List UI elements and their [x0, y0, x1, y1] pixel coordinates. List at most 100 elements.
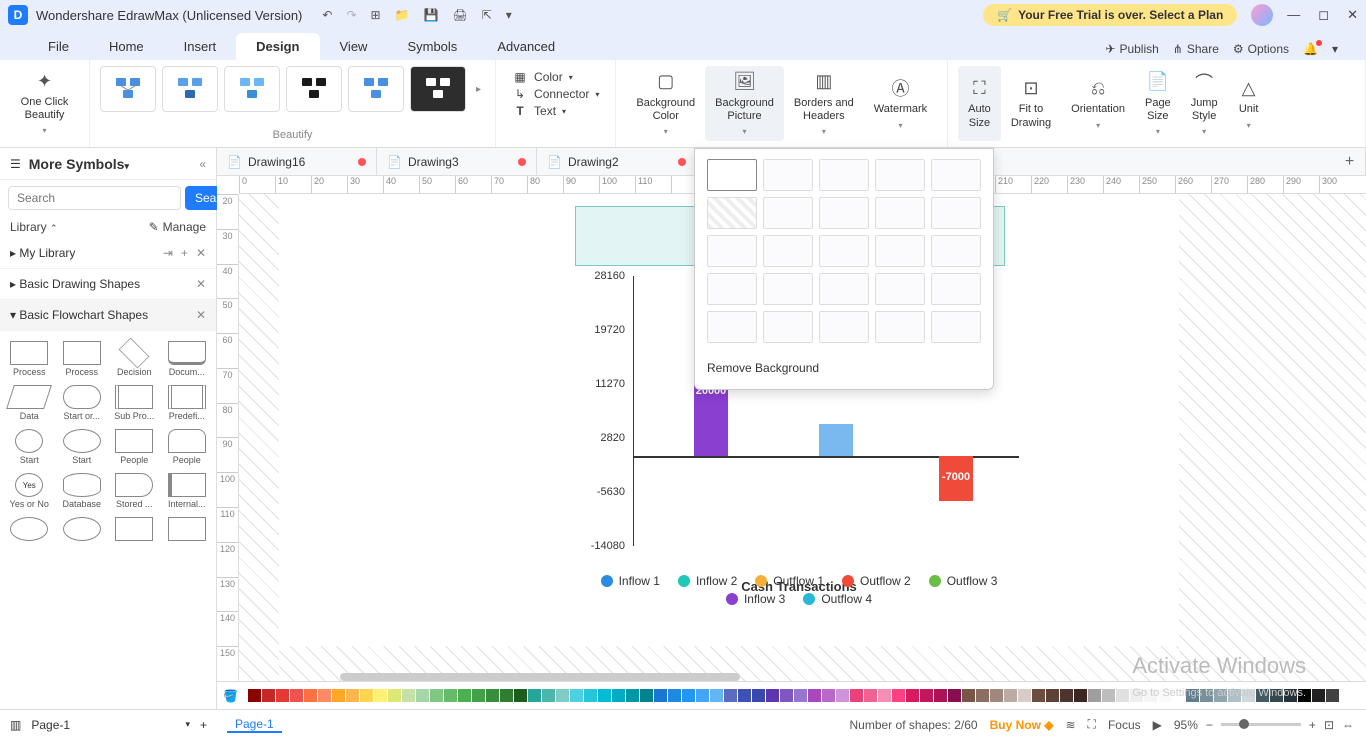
search-input[interactable]: [8, 186, 181, 210]
color-swatch[interactable]: [1312, 689, 1325, 702]
bg-option[interactable]: [875, 311, 925, 343]
bg-option[interactable]: [931, 159, 981, 191]
library-toggle[interactable]: Library ⌃: [10, 220, 58, 234]
color-swatch[interactable]: [584, 689, 597, 702]
legend-item[interactable]: Inflow 2: [678, 574, 737, 588]
color-swatch[interactable]: [1004, 689, 1017, 702]
horizontal-scrollbar[interactable]: [340, 673, 740, 681]
menu-more-icon[interactable]: ▾: [1332, 42, 1338, 56]
zoom-slider[interactable]: [1221, 723, 1301, 726]
bg-option[interactable]: [763, 273, 813, 305]
qat-more-icon[interactable]: ▾: [506, 8, 512, 22]
layers-icon[interactable]: ≋: [1065, 718, 1075, 732]
theme-5[interactable]: [348, 66, 404, 112]
shape-more[interactable]: [162, 513, 213, 545]
shape-start[interactable]: Start: [57, 425, 108, 469]
shape-yesorno[interactable]: YesYes or No: [4, 469, 55, 513]
shape-predefi[interactable]: Predefi...: [162, 381, 213, 425]
zoom-in-icon[interactable]: +: [1309, 718, 1316, 732]
publish-button[interactable]: ✈Publish: [1105, 42, 1158, 56]
menu-tab-symbols[interactable]: Symbols: [387, 33, 477, 60]
color-swatch[interactable]: [906, 689, 919, 702]
legend-item[interactable]: Inflow 3: [726, 592, 785, 606]
color-swatch[interactable]: [934, 689, 947, 702]
color-swatch[interactable]: [1186, 689, 1199, 702]
orientation-button[interactable]: ⎌Orientation▾: [1061, 66, 1135, 141]
color-swatch[interactable]: [402, 689, 415, 702]
legend-item[interactable]: Outflow 4: [803, 592, 872, 606]
color-swatch[interactable]: [556, 689, 569, 702]
color-swatch[interactable]: [1074, 689, 1087, 702]
color-swatch[interactable]: [570, 689, 583, 702]
color-swatch[interactable]: [878, 689, 891, 702]
color-swatch[interactable]: [948, 689, 961, 702]
color-swatch[interactable]: [822, 689, 835, 702]
bg-option[interactable]: [763, 159, 813, 191]
color-swatch[interactable]: [864, 689, 877, 702]
color-swatch[interactable]: [724, 689, 737, 702]
save-icon[interactable]: 💾: [424, 8, 439, 22]
color-swatch[interactable]: [514, 689, 527, 702]
color-swatch[interactable]: [626, 689, 639, 702]
color-swatch[interactable]: [1116, 689, 1129, 702]
fill-bucket-icon[interactable]: 🪣: [223, 689, 241, 703]
buy-now-link[interactable]: Buy Now ◆: [990, 718, 1054, 732]
close-icon[interactable]: ✕: [1347, 7, 1358, 23]
bg-option[interactable]: [875, 197, 925, 229]
color-swatch[interactable]: [248, 689, 261, 702]
bg-option[interactable]: [763, 197, 813, 229]
theme-2[interactable]: [162, 66, 218, 112]
page-name[interactable]: Page-1: [31, 718, 175, 732]
legend-item[interactable]: Inflow 1: [601, 574, 660, 588]
color-swatch[interactable]: [528, 689, 541, 702]
menu-tab-insert[interactable]: Insert: [164, 33, 237, 60]
color-swatch[interactable]: [808, 689, 821, 702]
color-swatch[interactable]: [990, 689, 1003, 702]
add-tab-button[interactable]: +: [1334, 148, 1366, 175]
shape-docum[interactable]: Docum...: [162, 337, 213, 381]
borders-headers-button[interactable]: ▥Borders and Headers▾: [784, 66, 864, 141]
shape-stored[interactable]: Stored ...: [109, 469, 160, 513]
color-swatch[interactable]: [836, 689, 849, 702]
color-swatch[interactable]: [682, 689, 695, 702]
fit-drawing-button[interactable]: ⊡Fit to Drawing: [1001, 66, 1061, 141]
color-swatch[interactable]: [696, 689, 709, 702]
bg-option[interactable]: [819, 235, 869, 267]
color-swatch[interactable]: [500, 689, 513, 702]
color-swatch[interactable]: [1214, 689, 1227, 702]
color-swatch[interactable]: [1270, 689, 1283, 702]
shape-people[interactable]: People: [109, 425, 160, 469]
text-button[interactable]: TText▾: [512, 104, 599, 118]
shape-people[interactable]: People: [162, 425, 213, 469]
focus-button[interactable]: Focus: [1108, 718, 1141, 732]
bg-option[interactable]: [931, 311, 981, 343]
color-swatch[interactable]: [850, 689, 863, 702]
maximize-icon[interactable]: ◻: [1318, 7, 1329, 23]
bg-option[interactable]: [931, 197, 981, 229]
add-icon[interactable]: +: [181, 246, 188, 260]
print-icon[interactable]: 🖨: [452, 8, 467, 22]
legend-item[interactable]: Outflow 1: [755, 574, 824, 588]
close-cat-icon[interactable]: ✕: [196, 246, 206, 260]
watermark-button[interactable]: ⒶWatermark▾: [864, 66, 937, 141]
bg-option[interactable]: [707, 311, 757, 343]
color-swatch[interactable]: [1158, 689, 1171, 702]
color-swatch[interactable]: [1144, 689, 1157, 702]
color-swatch[interactable]: [1228, 689, 1241, 702]
cat-my-library[interactable]: ▸ My Library⇥+✕: [0, 238, 216, 269]
color-swatch[interactable]: [1172, 689, 1185, 702]
options-button[interactable]: ⚙Options: [1233, 42, 1289, 56]
color-swatch[interactable]: [486, 689, 499, 702]
color-swatch[interactable]: [1200, 689, 1213, 702]
color-swatch[interactable]: [1130, 689, 1143, 702]
shape-more[interactable]: [4, 513, 55, 545]
color-swatch[interactable]: [332, 689, 345, 702]
bg-option[interactable]: [875, 159, 925, 191]
theme-more-icon[interactable]: ▸: [472, 84, 485, 95]
remove-background-button[interactable]: Remove Background: [707, 355, 981, 375]
color-swatch[interactable]: [388, 689, 401, 702]
shape-data[interactable]: Data: [4, 381, 55, 425]
menu-tab-home[interactable]: Home: [89, 33, 164, 60]
zoom-level[interactable]: 95%: [1174, 718, 1198, 732]
color-swatch[interactable]: [1256, 689, 1269, 702]
